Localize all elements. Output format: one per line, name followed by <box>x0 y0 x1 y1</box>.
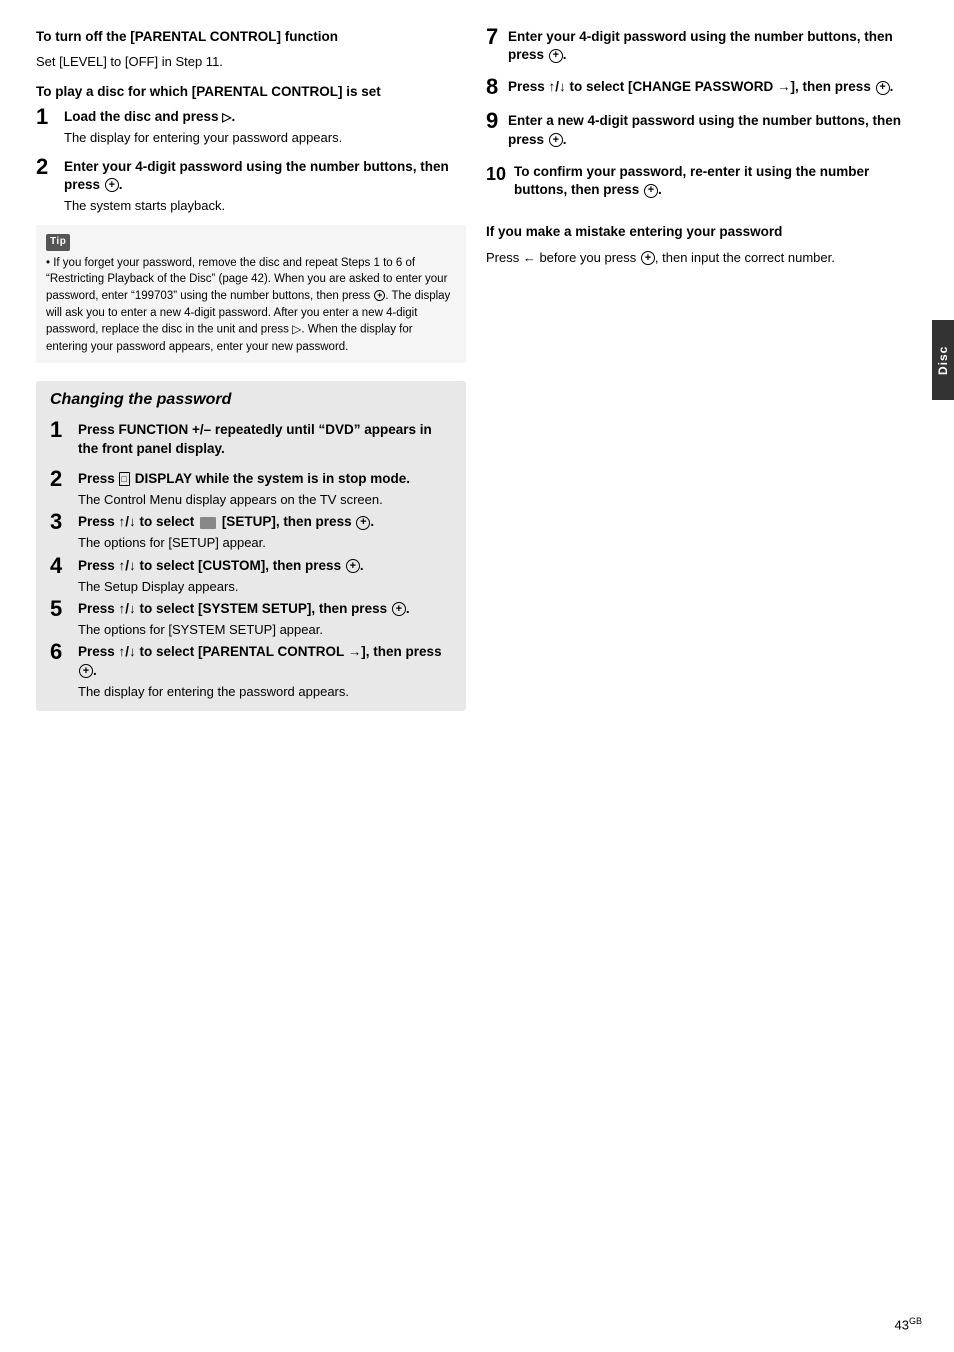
page: To turn off the [PARENTAL CONTROL] funct… <box>0 0 954 1352</box>
enter-btn-6: + <box>79 664 93 678</box>
section-mistake: If you make a mistake entering your pass… <box>486 223 922 267</box>
left-column: To turn off the [PARENTAL CONTROL] funct… <box>36 28 466 1324</box>
play-icon: ▷ <box>222 109 231 125</box>
change-step-4-sub: The Setup Display appears. <box>78 578 452 596</box>
step-1-sub: The display for entering your password a… <box>64 129 466 147</box>
step-1-num: 1 <box>36 106 64 128</box>
enter-btn-10: + <box>644 184 658 198</box>
right-step-8-content: Press ↑/↓ to select [CHANGE PASSWORD →],… <box>508 78 922 96</box>
page-num-value: 43 <box>895 1317 909 1332</box>
change-step-2-num: 2 <box>50 468 78 490</box>
change-step-3: 3 Press ↑/↓ to select [SETUP], then pres… <box>50 513 452 552</box>
side-tab-label: Disc <box>936 345 950 374</box>
setup-icon <box>200 517 216 529</box>
change-step-2: 2 Press □ DISPLAY while the system is in… <box>50 470 452 509</box>
change-step-4-bold: Press ↑/↓ to select [CUSTOM], then press… <box>78 557 452 575</box>
section-mistake-heading: If you make a mistake entering your pass… <box>486 223 922 241</box>
change-step-4: 4 Press ↑/↓ to select [CUSTOM], then pre… <box>50 557 452 596</box>
section-mistake-body: Press ← before you press +, then input t… <box>486 249 922 268</box>
change-step-1-bold: Press FUNCTION +/– repeatedly until “DVD… <box>78 421 452 457</box>
page-number: 43GB <box>895 1316 922 1332</box>
right-step-9-content: Enter a new 4-digit password using the n… <box>508 112 922 148</box>
change-step-3-sub: The options for [SETUP] appear. <box>78 534 452 552</box>
right-column: 7 Enter your 4-digit password using the … <box>486 28 922 1324</box>
enter-btn-8: + <box>876 81 890 95</box>
step-1-content: Load the disc and press ▷. The display f… <box>64 108 466 147</box>
tip-box: Tip • If you forget your password, remov… <box>36 225 466 363</box>
right-step-7-content: Enter your 4-digit password using the nu… <box>508 28 922 64</box>
section-play-disc: To play a disc for which [PARENTAL CONTR… <box>36 83 466 364</box>
enter-btn-mistake: + <box>641 251 655 265</box>
section-turn-off: To turn off the [PARENTAL CONTROL] funct… <box>36 28 466 69</box>
right-step-7-bold: Enter your 4-digit password using the nu… <box>508 28 922 64</box>
change-step-3-num: 3 <box>50 511 78 533</box>
section-turn-off-heading: To turn off the [PARENTAL CONTROL] funct… <box>36 28 466 46</box>
right-step-9-num: 9 <box>486 110 508 132</box>
step-2-bold: Enter your 4-digit password using the nu… <box>64 158 466 194</box>
step-1-bold: Load the disc and press ▷. <box>64 108 466 126</box>
change-step-5-num: 5 <box>50 598 78 620</box>
page-num-superscript: GB <box>909 1316 922 1326</box>
right-step-8-num: 8 <box>486 76 508 98</box>
enter-btn-3: + <box>356 516 370 530</box>
right-step-8: 8 Press ↑/↓ to select [CHANGE PASSWORD →… <box>486 78 922 98</box>
enter-btn-7: + <box>549 49 563 63</box>
section-play-disc-heading: To play a disc for which [PARENTAL CONTR… <box>36 83 466 101</box>
changing-password-section: Changing the password 1 Press FUNCTION +… <box>36 381 466 711</box>
change-step-5-bold: Press ↑/↓ to select [SYSTEM SETUP], then… <box>78 600 452 618</box>
step-2-content: Enter your 4-digit password using the nu… <box>64 158 466 216</box>
enter-btn-5: + <box>392 602 406 616</box>
main-content: To turn off the [PARENTAL CONTROL] funct… <box>0 0 954 1352</box>
right-step-10-num: 10 <box>486 165 514 183</box>
right-step-9: 9 Enter a new 4-digit password using the… <box>486 112 922 148</box>
right-step-7: 7 Enter your 4-digit password using the … <box>486 28 922 64</box>
change-step-5-content: Press ↑/↓ to select [SYSTEM SETUP], then… <box>78 600 452 639</box>
step-2: 2 Enter your 4-digit password using the … <box>36 158 466 216</box>
section-turn-off-body: Set [LEVEL] to [OFF] in Step 11. <box>36 54 466 69</box>
tip-play-icon: ▷ <box>292 321 301 338</box>
right-step-10: 10 To confirm your password, re-enter it… <box>486 163 922 199</box>
change-step-2-sub: The Control Menu display appears on the … <box>78 491 452 509</box>
tip-enter-btn: + <box>374 290 385 301</box>
change-step-3-content: Press ↑/↓ to select [SETUP], then press … <box>78 513 452 552</box>
enter-button: + <box>105 178 119 192</box>
change-step-2-content: Press □ DISPLAY while the system is in s… <box>78 470 452 509</box>
change-step-1: 1 Press FUNCTION +/– repeatedly until “D… <box>50 421 452 457</box>
change-step-6-bold: Press ↑/↓ to select [PARENTAL CONTROL →]… <box>78 643 452 679</box>
display-icon: □ <box>119 472 130 486</box>
change-step-4-num: 4 <box>50 555 78 577</box>
tip-icon: Tip <box>46 234 70 251</box>
right-step-10-bold: To confirm your password, re-enter it us… <box>514 163 922 199</box>
change-step-6: 6 Press ↑/↓ to select [PARENTAL CONTROL … <box>50 643 452 701</box>
step-1: 1 Load the disc and press ▷. The display… <box>36 108 466 147</box>
right-step-8-bold: Press ↑/↓ to select [CHANGE PASSWORD →],… <box>508 78 922 96</box>
change-step-6-content: Press ↑/↓ to select [PARENTAL CONTROL →]… <box>78 643 452 701</box>
change-step-5-sub: The options for [SYSTEM SETUP] appear. <box>78 621 452 639</box>
right-step-7-num: 7 <box>486 26 508 48</box>
enter-btn-4: + <box>346 559 360 573</box>
tip-text: • If you forget your password, remove th… <box>46 255 456 356</box>
step-2-sub: The system starts playback. <box>64 197 466 215</box>
change-step-2-bold: Press □ DISPLAY while the system is in s… <box>78 470 452 488</box>
right-step-9-bold: Enter a new 4-digit password using the n… <box>508 112 922 148</box>
step-2-num: 2 <box>36 156 64 178</box>
change-step-1-content: Press FUNCTION +/– repeatedly until “DVD… <box>78 421 452 457</box>
change-step-6-num: 6 <box>50 641 78 663</box>
enter-btn-9: + <box>549 133 563 147</box>
change-step-4-content: Press ↑/↓ to select [CUSTOM], then press… <box>78 557 452 596</box>
change-step-1-num: 1 <box>50 419 78 441</box>
change-step-6-sub: The display for entering the password ap… <box>78 683 452 701</box>
side-tab: Disc <box>932 320 954 400</box>
right-step-10-content: To confirm your password, re-enter it us… <box>514 163 922 199</box>
changing-password-title: Changing the password <box>50 391 452 409</box>
change-step-3-bold: Press ↑/↓ to select [SETUP], then press … <box>78 513 452 531</box>
change-step-5: 5 Press ↑/↓ to select [SYSTEM SETUP], th… <box>50 600 452 639</box>
